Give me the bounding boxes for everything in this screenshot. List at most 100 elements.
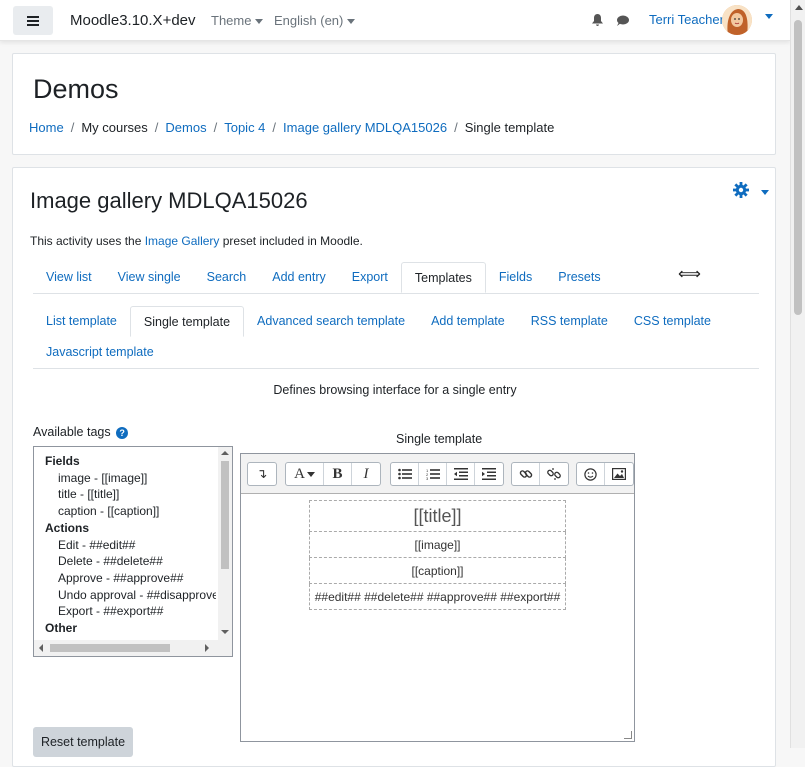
tab-view-single[interactable]: View single [105, 262, 194, 293]
title-placeholder[interactable]: [[title]] [309, 500, 566, 532]
tab-view-list[interactable]: View list [33, 262, 105, 293]
hamburger-menu-button[interactable] [13, 6, 53, 35]
tag-option[interactable]: Delete - ##delete## [34, 553, 216, 570]
scroll-up-arrow-icon[interactable] [221, 451, 229, 455]
scrollbar-thumb[interactable] [50, 644, 170, 652]
scrollbar-thumb[interactable] [221, 461, 229, 569]
font-color-icon[interactable]: A [286, 463, 324, 485]
taglist-vertical-scrollbar[interactable] [218, 447, 232, 640]
intro-text: preset included in Moodle. [219, 234, 363, 248]
image-gallery-link[interactable]: Image Gallery [145, 234, 220, 248]
chat-icon[interactable] [616, 15, 629, 26]
italic-icon[interactable]: I [352, 463, 380, 485]
link-icon[interactable] [512, 463, 540, 485]
toolbar-group: 123 [390, 462, 504, 486]
scroll-down-arrow-icon[interactable] [221, 630, 229, 634]
theme-menu-label: Theme [211, 13, 252, 28]
toolbar-group: A B I [285, 462, 381, 486]
breadcrumb-activity[interactable]: Image gallery MDLQA15026 [283, 120, 447, 135]
reset-template-button[interactable]: Reset template [33, 727, 133, 757]
toolbar-group [576, 462, 634, 486]
help-icon[interactable]: ? [116, 426, 129, 439]
editor-label: Single template [396, 432, 483, 446]
ordered-list-icon[interactable]: 123 [419, 463, 447, 485]
tag-option[interactable]: caption - [[caption]] [34, 503, 216, 520]
resize-handle-icon[interactable] [624, 731, 632, 739]
chevron-down-icon [255, 19, 264, 25]
tab-search[interactable]: Search [194, 262, 260, 293]
page-scrollbar[interactable] [790, 0, 805, 748]
site-name[interactable]: Moodle3.10.X+dev [70, 12, 196, 29]
main-content: Image gallery MDLQA15026 This activity u… [12, 167, 776, 767]
subtab-css-template[interactable]: CSS template [621, 306, 724, 337]
breadcrumb-course[interactable]: Demos [165, 120, 206, 135]
language-menu[interactable]: English (en) [274, 13, 356, 28]
tab-presets[interactable]: Presets [545, 262, 613, 293]
tag-option[interactable]: Approve - ##approve## [34, 570, 216, 587]
image-icon[interactable] [605, 463, 633, 485]
unordered-list-icon[interactable] [391, 463, 419, 485]
toolbar-group: ↴ [247, 462, 277, 486]
breadcrumb-separator: / [454, 120, 458, 135]
tab-add-entry[interactable]: Add entry [259, 262, 339, 293]
taglist-horizontal-scrollbar[interactable] [34, 640, 232, 656]
subtab-rss-template[interactable]: RSS template [518, 306, 621, 337]
editor-content[interactable]: [[title]] [[image]] [[caption]] ##edit##… [309, 500, 567, 610]
tag-option[interactable]: Undo approval - ##disapprove## [34, 587, 216, 604]
scrollbar-thumb[interactable] [794, 20, 802, 315]
avatar[interactable] [722, 5, 752, 35]
breadcrumb: Home / My courses / Demos / Topic 4 / Image gall… [29, 120, 554, 135]
emoji-icon[interactable] [577, 463, 605, 485]
tag-option[interactable]: image - [[image]] [34, 470, 216, 487]
tab-templates[interactable]: Templates [400, 262, 486, 293]
indent-icon[interactable] [475, 463, 503, 485]
available-tags-list[interactable]: Fields image - [[image]] title - [[title… [33, 446, 233, 657]
tab-export[interactable]: Export [339, 262, 401, 293]
tag-group-fields: Fields [45, 454, 80, 468]
tag-option[interactable]: Edit - ##edit## [34, 537, 216, 554]
chevron-down-icon[interactable] [761, 190, 769, 195]
breadcrumb-home[interactable]: Home [29, 120, 64, 135]
template-subtabs: List template Single template Advanced s… [33, 306, 759, 369]
toolbar-group [511, 462, 569, 486]
chevron-down-icon [347, 19, 356, 25]
subtab-advanced-search-template[interactable]: Advanced search template [244, 306, 418, 337]
intro-text: This activity uses the [30, 234, 145, 248]
subtab-single-template[interactable]: Single template [129, 306, 245, 337]
available-tags-label: Available tags ? [33, 425, 129, 439]
template-table: [[title]] [[image]] [[caption]] ##edit##… [309, 500, 566, 610]
page-title: Demos [33, 74, 119, 104]
tag-group-actions: Actions [45, 520, 90, 535]
collapse-icon[interactable]: ↴ [248, 463, 276, 485]
scroll-left-arrow-icon[interactable] [39, 644, 43, 652]
tag-option[interactable]: title - [[title]] [34, 486, 216, 503]
breadcrumb-separator: / [70, 120, 75, 135]
scroll-right-arrow-icon[interactable] [205, 644, 209, 652]
bold-icon[interactable]: B [324, 463, 352, 485]
breadcrumb-section[interactable]: Topic 4 [224, 120, 265, 135]
outdent-icon[interactable] [447, 463, 475, 485]
tab-fields[interactable]: Fields [486, 262, 545, 293]
unlink-icon[interactable] [540, 463, 568, 485]
subtab-javascript-template[interactable]: Javascript template [33, 337, 167, 368]
subtab-list-template[interactable]: List template [33, 306, 130, 337]
gear-icon[interactable] [733, 182, 749, 198]
template-editor[interactable]: ↴ A B I 123 [[title]] [[image]] [[captio… [240, 453, 635, 742]
scroll-up-arrow-icon[interactable] [795, 5, 803, 10]
language-menu-label: English (en) [274, 13, 344, 28]
tag-option[interactable]: Export - ##export## [34, 603, 216, 620]
breadcrumb-separator: / [272, 120, 277, 135]
bell-icon[interactable] [592, 14, 603, 26]
actions-placeholder[interactable]: ##edit## ##delete## ##approve## ##export… [309, 583, 566, 610]
breadcrumb-my-courses: My courses [81, 120, 148, 135]
caption-placeholder[interactable]: [[caption]] [309, 557, 566, 584]
navbar: Moodle3.10.X+dev Theme English (en) Terr… [0, 0, 790, 41]
image-placeholder[interactable]: [[image]] [309, 531, 566, 558]
subtab-add-template[interactable]: Add template [418, 306, 518, 337]
tag-group-other: Other [45, 621, 78, 636]
available-tags-text: Available tags [33, 425, 111, 439]
user-menu-chevron-icon[interactable] [765, 14, 773, 19]
template-description: Defines browsing interface for a single … [273, 383, 517, 397]
user-name[interactable]: Terri Teacher [649, 12, 724, 27]
theme-menu[interactable]: Theme [211, 13, 264, 28]
